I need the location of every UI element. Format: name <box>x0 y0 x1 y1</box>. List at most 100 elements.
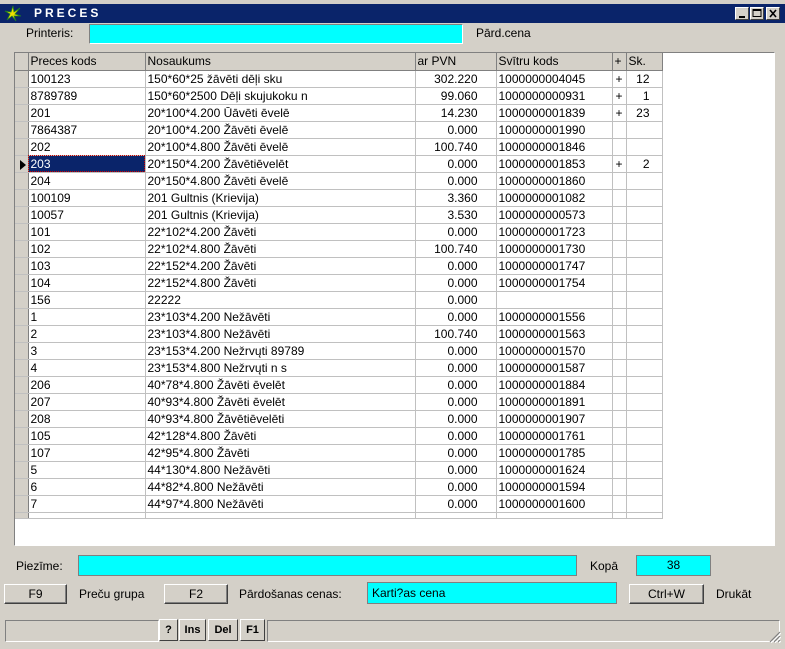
cell-plus[interactable] <box>612 410 627 428</box>
cell-ar-pvn[interactable]: 302.220 <box>415 70 497 88</box>
cell-preces-kods[interactable]: 203 <box>28 155 146 173</box>
table-row[interactable]: 6 44*82*4.800 Nežāvēti 0.000 1000000001594 <box>15 478 663 496</box>
col-header-nosaukums[interactable]: Nosaukums <box>145 53 416 71</box>
f9-button[interactable]: F9 <box>4 584 67 604</box>
cell-preces-kods[interactable]: 201 <box>28 104 146 122</box>
cell-nosaukums[interactable]: 23*103*4.200 Nežāvēti <box>145 308 416 326</box>
cell-sk[interactable] <box>626 206 663 224</box>
cell-nosaukums[interactable]: 42*95*4.800 Žāvēti <box>145 444 416 462</box>
cell-plus[interactable]: + <box>612 155 627 173</box>
cell-preces-kods[interactable]: 2 <box>28 325 146 343</box>
cell-nosaukums[interactable]: 22*152*4.200 Žāvēti <box>145 257 416 275</box>
cell-ar-pvn[interactable]: 100.740 <box>415 240 497 258</box>
cell-svitru-kods[interactable] <box>496 291 613 309</box>
table-row[interactable]: 104 22*152*4.800 Žāvēti 0.000 1000000001754 <box>15 274 663 292</box>
cell-preces-kods[interactable]: 208 <box>28 410 146 428</box>
cell-nosaukums[interactable]: 22222 <box>145 291 416 309</box>
cell-sk[interactable] <box>626 444 663 462</box>
cell-ar-pvn[interactable]: 0.000 <box>415 359 497 377</box>
cell-nosaukums[interactable]: 44*130*4.800 Nežāvēti <box>145 461 416 479</box>
cell-svitru-kods[interactable]: 1000000001884 <box>496 376 613 394</box>
cell-nosaukums[interactable]: 44*82*4.800 Nežāvēti <box>145 478 416 496</box>
cell-sk[interactable] <box>626 342 663 360</box>
cell-ar-pvn[interactable]: 3.530 <box>415 206 497 224</box>
cell-ar-pvn[interactable]: 0.000 <box>415 478 497 496</box>
f1-button[interactable]: F1 <box>240 619 265 641</box>
cell-preces-kods[interactable]: 103 <box>28 257 146 275</box>
cell-plus[interactable] <box>612 308 627 326</box>
cell-ar-pvn[interactable]: 0.000 <box>415 444 497 462</box>
cell-svitru-kods[interactable]: 1000000000573 <box>496 206 613 224</box>
cell-sk[interactable] <box>626 427 663 445</box>
cell-plus[interactable] <box>612 325 627 343</box>
cell-preces-kods[interactable]: 3 <box>28 342 146 360</box>
cell-plus[interactable] <box>612 121 627 139</box>
cell-plus[interactable] <box>612 240 627 258</box>
table-row[interactable]: 1 23*103*4.200 Nežāvēti 0.000 1000000001556 <box>15 308 663 326</box>
cell-sk[interactable] <box>626 172 663 190</box>
table-row[interactable]: 7864387 20*100*4.200 Žāvēti ēvelē 0.000 100… <box>15 121 663 139</box>
cell-svitru-kods[interactable]: 1000000001587 <box>496 359 613 377</box>
cell-plus[interactable]: + <box>612 70 627 88</box>
cell-sk[interactable] <box>626 325 663 343</box>
cell-sk[interactable] <box>626 393 663 411</box>
row-indicator[interactable] <box>15 342 29 360</box>
cell-nosaukums[interactable]: 23*153*4.800 Nežrvųti n s <box>145 359 416 377</box>
cell-svitru-kods[interactable]: 1000000001853 <box>496 155 613 173</box>
cell-ar-pvn[interactable]: 0.000 <box>415 223 497 241</box>
cell-plus[interactable] <box>612 189 627 207</box>
cell-plus[interactable] <box>612 291 627 309</box>
row-indicator[interactable] <box>15 87 29 105</box>
cell-preces-kods[interactable]: 204 <box>28 172 146 190</box>
row-indicator[interactable] <box>15 308 29 326</box>
cell-preces-kods[interactable]: 104 <box>28 274 146 292</box>
cell-svitru-kods[interactable]: 1000000001730 <box>496 240 613 258</box>
cell-preces-kods[interactable]: 1 <box>28 308 146 326</box>
cell-plus[interactable] <box>612 223 627 241</box>
pardosanas-cenas-select[interactable]: Karti?as cena <box>367 582 617 604</box>
cell-preces-kods[interactable]: 101 <box>28 223 146 241</box>
cell-sk[interactable] <box>626 495 663 513</box>
row-indicator[interactable] <box>15 410 29 428</box>
cell-sk[interactable]: 23 <box>626 104 663 122</box>
ctrl-w-button[interactable]: Ctrl+W <box>629 584 704 604</box>
cell-ar-pvn[interactable]: 0.000 <box>415 308 497 326</box>
cell-nosaukums[interactable]: 40*93*4.800 Žāvēti ēvelēt <box>145 393 416 411</box>
table-row[interactable]: 103 22*152*4.200 Žāvēti 0.000 1000000001747 <box>15 257 663 275</box>
cell-ar-pvn[interactable]: 0.000 <box>415 257 497 275</box>
cell-ar-pvn[interactable]: 0.000 <box>415 427 497 445</box>
table-row[interactable]: 102 22*102*4.800 Žāvēti 100.740 10000000017… <box>15 240 663 258</box>
cell-nosaukums[interactable]: 23*153*4.200 Nežrvųti 89789 <box>145 342 416 360</box>
cell-nosaukums[interactable]: 44*97*4.800 Nežāvēti <box>145 495 416 513</box>
col-header-ar-pvn[interactable]: ar PVN <box>415 53 497 71</box>
cell-sk[interactable]: 12 <box>626 70 663 88</box>
cell-plus[interactable] <box>612 172 627 190</box>
cell-nosaukums[interactable]: 42*128*4.800 Žāvēti <box>145 427 416 445</box>
row-indicator[interactable] <box>15 359 29 377</box>
cell-sk[interactable] <box>626 240 663 258</box>
cell-ar-pvn[interactable]: 0.000 <box>415 291 497 309</box>
cell-nosaukums[interactable]: 22*102*4.200 Žāvēti <box>145 223 416 241</box>
cell-svitru-kods[interactable]: 1000000001723 <box>496 223 613 241</box>
cell-ar-pvn[interactable]: 14.230 <box>415 104 497 122</box>
cell-preces-kods[interactable]: 105 <box>28 427 146 445</box>
title-bar[interactable]: PRECES <box>0 4 785 23</box>
cell-preces-kods[interactable]: 8789789 <box>28 87 146 105</box>
col-header-plus[interactable]: + <box>612 53 627 71</box>
cell-plus[interactable] <box>612 274 627 292</box>
cell-plus[interactable] <box>612 478 627 496</box>
products-grid[interactable]: Preces kods Nosaukums ar PVN Svītru kods… <box>14 52 775 546</box>
table-row[interactable]: 8789789 150*60*2500 Dēļi skujukoku n 99.06… <box>15 87 663 105</box>
cell-preces-kods[interactable]: 156 <box>28 291 146 309</box>
cell-plus[interactable]: + <box>612 104 627 122</box>
cell-ar-pvn[interactable]: 100.740 <box>415 138 497 156</box>
cell-nosaukums[interactable]: 22*102*4.800 Žāvēti <box>145 240 416 258</box>
maximize-button[interactable] <box>750 7 764 20</box>
cell-nosaukums[interactable]: 20*150*4.200 Žāvētiēvelēt <box>145 155 416 173</box>
cell-svitru-kods[interactable]: 1000000001846 <box>496 138 613 156</box>
cell-plus[interactable] <box>612 342 627 360</box>
cell-sk[interactable] <box>626 223 663 241</box>
cell-nosaukums[interactable]: 20*100*4.200 Žāvēti ēvelē <box>145 121 416 139</box>
cell-svitru-kods[interactable]: 1000000001594 <box>496 478 613 496</box>
row-indicator[interactable] <box>15 495 29 513</box>
